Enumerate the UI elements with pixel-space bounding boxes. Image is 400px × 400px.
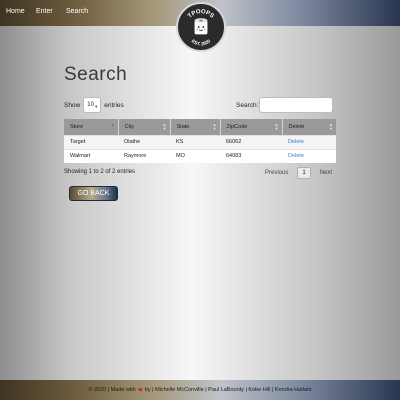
search-control: Search: (236, 97, 334, 113)
footer-credits: by | Michelle McConville | Paul LaBounty… (144, 387, 312, 393)
toilet-paper-logo-icon: TPOOPS EST. 2020 (187, 9, 215, 46)
delete-link[interactable]: Delete (288, 153, 304, 159)
cell-zipcode: 64083 (220, 148, 282, 163)
go-back-button[interactable]: GO BACK (69, 186, 118, 201)
column-header-store[interactable]: Store ▲ (64, 119, 119, 135)
footer-copyright: © 2020 | Made with (88, 387, 136, 393)
table-row: Walmart Raymore MO 64083 Delete (64, 148, 336, 163)
nav-search-link[interactable]: Search (66, 8, 88, 15)
column-header-label: Store (70, 123, 84, 130)
nav-home-link[interactable]: Home (6, 8, 25, 15)
logo-top-text: TPOOPS (187, 9, 215, 20)
entries-per-page-select[interactable]: 10 ▼ (83, 97, 102, 113)
search-label: Search: (236, 101, 259, 109)
column-header-zipcode[interactable]: ZipCode ▲ ▼ (220, 119, 283, 135)
cell-state: KS (170, 134, 220, 149)
column-header-city[interactable]: City ▲ ▼ (118, 119, 171, 135)
pagination: Previous 1 Next (262, 167, 335, 179)
cell-city: Raymore (118, 148, 170, 163)
chevron-down-icon: ▼ (94, 104, 99, 109)
entries-label: entries (104, 101, 124, 109)
logo-bottom-text: EST. 2020 (191, 38, 212, 46)
column-header-label: City (124, 123, 134, 130)
page-title: Search (64, 64, 128, 85)
sort-icon: ▲ ▼ (162, 122, 167, 131)
site-logo[interactable]: TPOOPS EST. 2020 (176, 2, 226, 52)
entries-per-page-value: 10 (87, 102, 94, 108)
column-header-label: Delete (288, 123, 305, 130)
show-label: Show (64, 101, 81, 109)
search-input[interactable] (259, 97, 334, 113)
column-header-state[interactable]: State ▲ ▼ (170, 119, 221, 135)
cell-zipcode: 66062 (220, 134, 282, 149)
sort-icon: ▲ ▼ (329, 122, 333, 131)
current-page-button[interactable]: 1 (297, 167, 311, 179)
next-page-button[interactable]: Next (317, 168, 335, 178)
cell-delete: Delete (282, 148, 336, 163)
column-header-label: State (176, 123, 190, 130)
previous-page-button[interactable]: Previous (262, 168, 291, 178)
sort-ascending-icon: ▲ (110, 122, 115, 127)
svg-text:TPOOPS: TPOOPS (187, 9, 215, 20)
cell-state: MO (170, 148, 220, 163)
delete-link[interactable]: Delete (288, 139, 304, 145)
column-header-delete[interactable]: Delete ▲ ▼ (282, 119, 336, 135)
table-info: Showing 1 to 2 of 2 entries (64, 169, 136, 175)
cell-city: Olathe (118, 134, 170, 149)
table-header-row: Store ▲ City ▲ ▼ State ▲ ▼ ZipCode ▲ ▼ Dele… (64, 119, 336, 135)
stores-table: Store ▲ City ▲ ▼ State ▲ ▼ ZipCode ▲ ▼ Dele… (64, 119, 336, 163)
footer: © 2020 | Made with ❤ by | Michelle McCon… (0, 380, 400, 400)
cell-store: Target (64, 134, 118, 149)
cell-store: Walmart (64, 148, 118, 163)
table-row: Target Olathe KS 66062 Delete (64, 134, 336, 149)
nav-enter-link[interactable]: Enter (36, 8, 53, 15)
heart-icon: ❤ (137, 387, 143, 394)
entries-length-control: Show 10 ▼ entries (64, 97, 124, 113)
sort-icon: ▲ ▼ (212, 122, 217, 131)
svg-text:EST. 2020: EST. 2020 (191, 38, 212, 46)
sort-icon: ▲ ▼ (274, 122, 279, 131)
cell-delete: Delete (282, 134, 336, 149)
column-header-label: ZipCode (226, 123, 248, 130)
